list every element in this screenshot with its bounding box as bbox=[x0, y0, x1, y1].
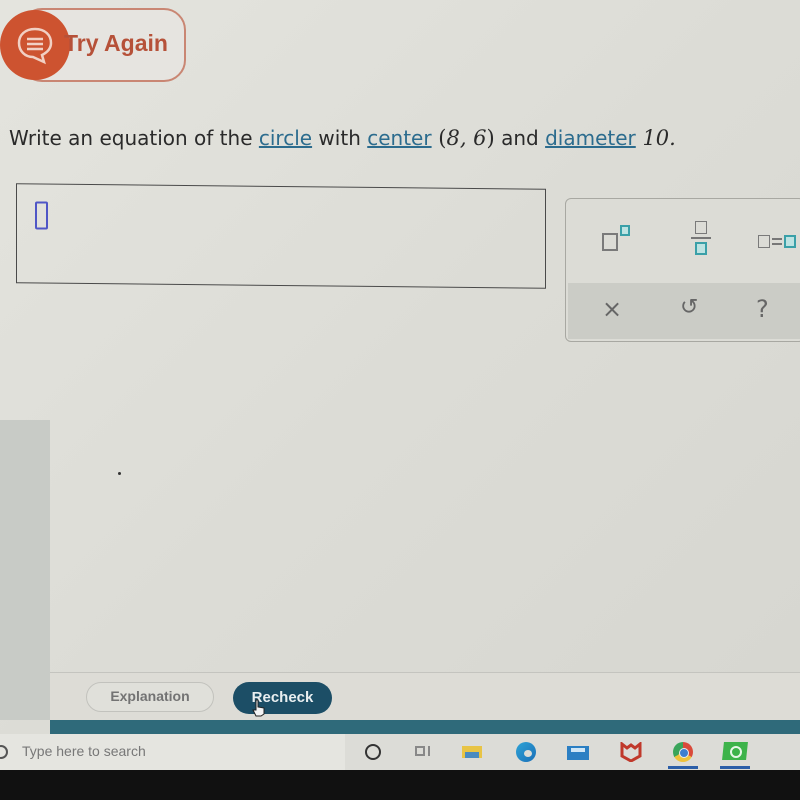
equals-button[interactable] bbox=[754, 221, 800, 257]
chat-bubble-icon bbox=[0, 10, 70, 80]
taskbar: Type here to search bbox=[0, 734, 800, 770]
circle-link[interactable]: circle bbox=[259, 126, 312, 150]
help-button[interactable]: ? bbox=[756, 295, 769, 323]
green-app-icon[interactable] bbox=[720, 742, 750, 769]
mail-icon[interactable] bbox=[567, 742, 589, 762]
taskbar-search-input[interactable]: Type here to search bbox=[0, 734, 345, 770]
center-link[interactable]: center bbox=[367, 126, 431, 150]
question-mid2: and bbox=[494, 126, 546, 150]
cortana-icon[interactable] bbox=[362, 742, 384, 762]
file-explorer-icon[interactable] bbox=[461, 742, 483, 762]
explanation-button[interactable]: Explanation bbox=[86, 682, 214, 712]
math-keypad: × ↺ ? bbox=[565, 198, 800, 342]
search-placeholder: Type here to search bbox=[22, 743, 146, 759]
clear-button[interactable]: × bbox=[602, 295, 622, 323]
hand-cursor-icon bbox=[252, 699, 265, 717]
page-bottom-band bbox=[50, 720, 800, 734]
question-mid1: with bbox=[312, 126, 368, 150]
question-prefix: Write an equation of the bbox=[9, 126, 259, 150]
fraction-button[interactable] bbox=[688, 217, 718, 261]
edge-icon[interactable] bbox=[515, 742, 537, 762]
cursor-placeholder-icon bbox=[35, 201, 48, 230]
diameter-link[interactable]: diameter bbox=[545, 126, 636, 150]
recheck-button[interactable]: Recheck bbox=[233, 682, 332, 714]
diameter-value: 10. bbox=[635, 126, 676, 150]
mcafee-icon[interactable] bbox=[620, 740, 642, 763]
try-again-label: Try Again bbox=[64, 30, 168, 56]
question-text: Write an equation of the circle with cen… bbox=[9, 126, 676, 150]
monitor-bezel bbox=[0, 770, 800, 800]
point-open: ( bbox=[431, 126, 447, 150]
point-close: ) bbox=[486, 126, 495, 150]
undo-button[interactable]: ↺ bbox=[680, 295, 698, 320]
point-values: 8, 6 bbox=[446, 126, 487, 150]
left-sidebar-strip bbox=[0, 420, 50, 720]
chrome-icon[interactable] bbox=[668, 742, 698, 769]
stray-dot bbox=[118, 472, 121, 475]
task-view-icon[interactable] bbox=[413, 742, 435, 762]
browser-viewport: Try Again Write an equation of the circl… bbox=[0, 0, 800, 770]
keypad-actions-row: × ↺ ? bbox=[568, 283, 800, 339]
answer-input[interactable] bbox=[16, 183, 546, 289]
superscript-button[interactable] bbox=[600, 221, 640, 257]
search-icon bbox=[0, 745, 8, 759]
